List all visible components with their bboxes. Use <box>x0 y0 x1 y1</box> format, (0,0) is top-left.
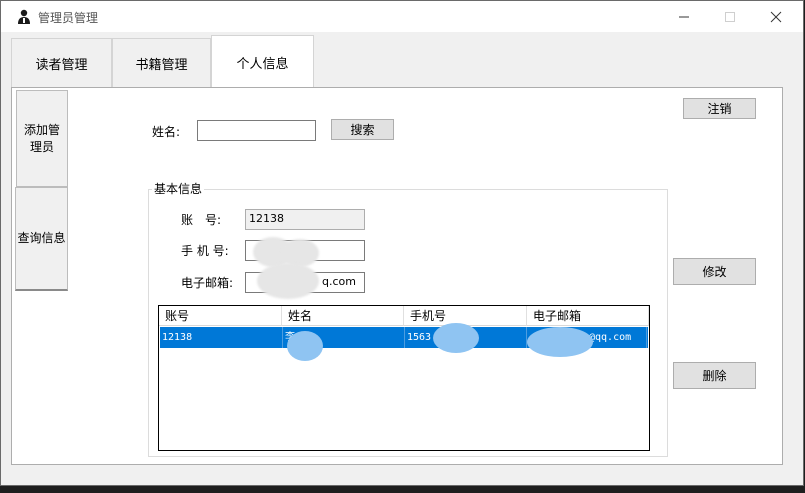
column-header-account[interactable]: 账号 <box>159 306 282 326</box>
side-tab-label: 查询信息 <box>17 231 66 245</box>
column-header-phone[interactable]: 手机号 <box>404 306 527 326</box>
admin-table[interactable]: 账号 姓名 手机号 电子邮箱 12138 李 1563 @qq.com <box>158 305 650 451</box>
tab-personal-info[interactable]: 个人信息 <box>211 35 314 88</box>
modify-button[interactable]: 修改 <box>673 258 756 285</box>
tab-label: 读者管理 <box>35 57 88 73</box>
privacy-blur <box>433 323 479 353</box>
tab-label: 个人信息 <box>236 56 289 72</box>
search-button[interactable]: 搜索 <box>331 119 394 140</box>
column-header-name[interactable]: 姓名 <box>282 306 404 326</box>
close-button[interactable] <box>753 1 799 32</box>
app-window: 管理员管理 读者管理 书籍管理 个人信息 添加管理员 查询信息 姓名: 搜索 注… <box>0 0 804 486</box>
privacy-blur <box>287 331 323 361</box>
phone-label: 手 机 号: <box>181 244 229 258</box>
basic-info-legend: 基本信息 <box>152 180 205 197</box>
minimize-icon <box>679 16 689 17</box>
admin-user-icon <box>18 9 30 24</box>
privacy-blur <box>527 327 593 357</box>
maximize-button[interactable] <box>707 1 753 32</box>
column-header-email[interactable]: 电子邮箱 <box>527 306 649 326</box>
minimize-button[interactable] <box>661 1 707 32</box>
delete-button[interactable]: 删除 <box>673 362 756 389</box>
search-name-input[interactable] <box>197 120 316 141</box>
email-label: 电子邮箱: <box>181 276 234 290</box>
title-bar[interactable]: 管理员管理 <box>1 1 803 32</box>
taskbar-edge <box>0 486 805 493</box>
side-tab-add-admin[interactable]: 添加管理员 <box>16 90 68 187</box>
logout-button[interactable]: 注销 <box>683 98 756 119</box>
maximize-icon <box>725 11 735 22</box>
privacy-blur <box>257 263 319 299</box>
account-label: 账 号: <box>181 213 222 227</box>
side-tab-label: 添加管理员 <box>23 122 60 154</box>
cell-account: 12138 <box>160 327 283 348</box>
tab-label: 书籍管理 <box>135 57 188 73</box>
tab-reader-management[interactable]: 读者管理 <box>11 38 112 87</box>
window-title: 管理员管理 <box>38 11 99 25</box>
tab-book-management[interactable]: 书籍管理 <box>112 38 211 87</box>
search-name-label: 姓名: <box>152 125 181 139</box>
account-field[interactable]: 12138 <box>245 209 365 230</box>
side-tab-query-info[interactable]: 查询信息 <box>15 187 68 291</box>
close-icon <box>770 11 782 22</box>
